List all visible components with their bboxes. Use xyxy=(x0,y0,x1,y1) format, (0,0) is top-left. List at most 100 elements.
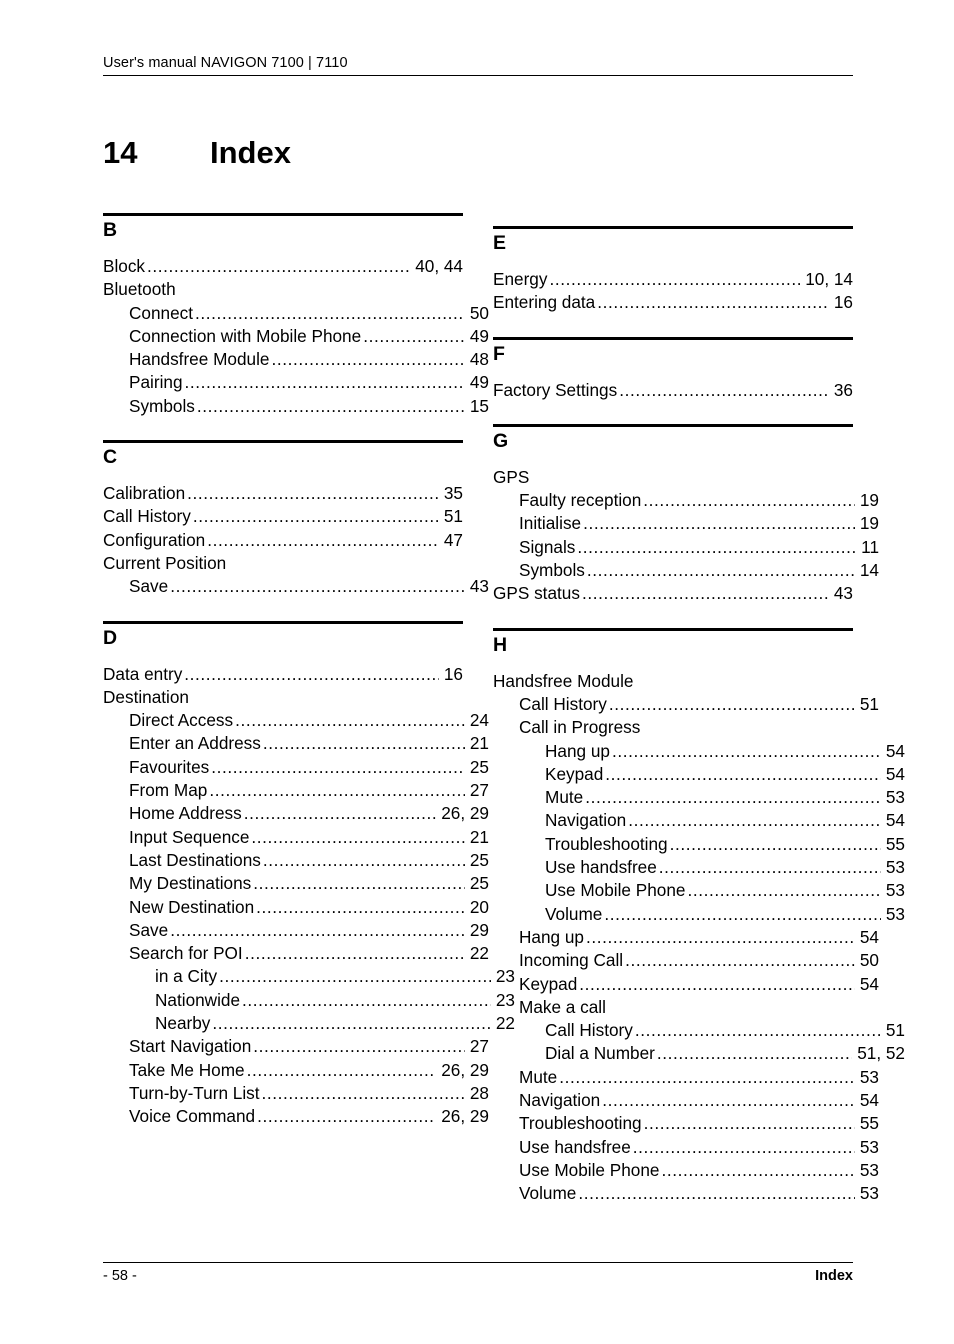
index-entry[interactable]: Dial a Number...........................… xyxy=(493,1042,905,1065)
index-entry[interactable]: My Destinations.........................… xyxy=(103,872,489,895)
index-entry[interactable]: GPS status..............................… xyxy=(493,582,853,605)
index-entry[interactable]: Troubleshooting.........................… xyxy=(493,833,905,856)
index-entry[interactable]: Incoming Call...........................… xyxy=(493,949,879,972)
index-entry-page: 49 xyxy=(469,325,489,346)
index-entry-label: GPS xyxy=(493,466,530,487)
index-entry-label: Current Position xyxy=(103,552,227,573)
dot-leader: ........................................… xyxy=(262,733,465,754)
index-entry[interactable]: Mute....................................… xyxy=(493,1066,879,1089)
index-entry[interactable]: Home Address............................… xyxy=(103,802,489,825)
dot-leader: ........................................… xyxy=(585,787,881,808)
index-entry[interactable]: Bluetooth...............................… xyxy=(103,278,463,301)
index-entry-page: 29 xyxy=(469,919,489,940)
index-entry[interactable]: Navigation..............................… xyxy=(493,809,905,832)
index-entry-page: 19 xyxy=(859,513,879,534)
index-entry[interactable]: Symbols.................................… xyxy=(103,395,489,418)
index-entry[interactable]: Signals.................................… xyxy=(493,536,879,559)
index-entry-label: Nationwide xyxy=(155,989,241,1010)
index-entry[interactable]: GPS.....................................… xyxy=(493,466,853,489)
index-entry[interactable]: Input Sequence..........................… xyxy=(103,826,489,849)
index-entry[interactable]: Last Destinations.......................… xyxy=(103,849,489,872)
index-entry[interactable]: Navigation..............................… xyxy=(493,1089,879,1112)
index-entry[interactable]: Start Navigation........................… xyxy=(103,1035,489,1058)
index-entry-page: 19 xyxy=(859,490,879,511)
index-entry[interactable]: Handsfree Module........................… xyxy=(493,670,853,693)
index-entry[interactable]: Call History............................… xyxy=(493,1019,905,1042)
index-entry[interactable]: Use Mobile Phone........................… xyxy=(493,1159,879,1182)
index-entry[interactable]: Nationwide..............................… xyxy=(103,989,515,1012)
index-entry[interactable]: Volume..................................… xyxy=(493,903,905,926)
index-entry-label: Direct Access xyxy=(129,710,234,731)
index-entry[interactable]: Direct Access...........................… xyxy=(103,709,489,732)
index-entry-page: 51 xyxy=(443,506,463,527)
index-entry-page: 21 xyxy=(469,733,489,754)
index-entry[interactable]: Connection with Mobile Phone............… xyxy=(103,325,489,348)
index-entry[interactable]: Make a call.............................… xyxy=(493,996,879,1019)
index-entry[interactable]: Enter an Address........................… xyxy=(103,732,489,755)
index-entry-page: 51 xyxy=(859,693,879,714)
index-entry[interactable]: From Map................................… xyxy=(103,779,489,802)
index-entry[interactable]: Save....................................… xyxy=(103,575,489,598)
index-entry-label: Save xyxy=(129,919,169,940)
index-entry[interactable]: New Destination.........................… xyxy=(103,896,489,919)
index-entry[interactable]: Nearby..................................… xyxy=(103,1012,515,1035)
index-entry-label: Save xyxy=(129,576,169,597)
index-entry[interactable]: Destination.............................… xyxy=(103,686,463,709)
index-entry[interactable]: Block...................................… xyxy=(103,255,463,278)
index-entry[interactable]: Take Me Home............................… xyxy=(103,1059,489,1082)
index-entry[interactable]: Favourites..............................… xyxy=(103,756,489,779)
index-entry[interactable]: Factory Settings........................… xyxy=(493,379,853,402)
dot-leader: ........................................… xyxy=(170,919,465,940)
index-entry[interactable]: Faulty reception........................… xyxy=(493,489,879,512)
index-entry[interactable]: Hang up.................................… xyxy=(493,926,879,949)
index-entry[interactable]: Troubleshooting.........................… xyxy=(493,1112,879,1135)
index-entry[interactable]: Data entry..............................… xyxy=(103,663,463,686)
index-entry[interactable]: Volume..................................… xyxy=(493,1182,879,1205)
index-entry-label: Hang up xyxy=(519,926,584,947)
dot-leader: ........................................… xyxy=(585,926,855,947)
index-entry[interactable]: Save....................................… xyxy=(103,919,489,942)
index-entry[interactable]: Calibration.............................… xyxy=(103,482,463,505)
index-entry[interactable]: Initialise..............................… xyxy=(493,512,879,535)
index-entry[interactable]: Pairing.................................… xyxy=(103,371,489,394)
index-entry-label: Pairing xyxy=(129,372,183,393)
index-entry[interactable]: Keypad..................................… xyxy=(493,763,905,786)
index-entry[interactable]: Call in Progress........................… xyxy=(493,716,879,739)
index-entry[interactable]: Call History............................… xyxy=(493,693,879,716)
dot-leader: ........................................… xyxy=(244,943,465,964)
index-entry[interactable]: Use handsfree...........................… xyxy=(493,856,905,879)
index-entry[interactable]: Turn-by-Turn List.......................… xyxy=(103,1082,489,1105)
index-entry[interactable]: Mute....................................… xyxy=(493,786,905,809)
index-entry[interactable]: Keypad..................................… xyxy=(493,973,879,996)
index-entry[interactable]: Current Position........................… xyxy=(103,552,463,575)
index-entry-page: 50 xyxy=(859,950,879,971)
index-entry[interactable]: Use handsfree...........................… xyxy=(493,1136,879,1159)
dot-leader: ........................................… xyxy=(235,710,465,731)
section-letter: H xyxy=(493,633,508,656)
index-entry[interactable]: Configuration...........................… xyxy=(103,529,463,552)
index-entry[interactable]: Connect.................................… xyxy=(103,302,489,325)
dot-leader: ........................................… xyxy=(577,536,857,557)
index-entry[interactable]: Symbols.................................… xyxy=(493,559,879,582)
index-entry-label: Troubleshooting xyxy=(545,833,668,854)
index-entry[interactable]: Use Mobile Phone........................… xyxy=(493,879,905,902)
index-entry[interactable]: Entering data...........................… xyxy=(493,291,853,314)
index-entry-page: 22 xyxy=(469,943,489,964)
dot-leader: ........................................… xyxy=(625,950,855,971)
index-entry[interactable]: Energy..................................… xyxy=(493,268,853,291)
index-entry-page: 55 xyxy=(885,833,905,854)
dot-leader: ........................................… xyxy=(643,1113,855,1134)
index-entry-label: Dial a Number xyxy=(545,1043,655,1064)
index-entry[interactable]: in a City...............................… xyxy=(103,965,515,988)
index-entry[interactable]: Voice Command...........................… xyxy=(103,1105,489,1128)
index-entry-page: 53 xyxy=(885,903,905,924)
index-entry[interactable]: Call History............................… xyxy=(103,505,463,528)
index-entry[interactable]: Handsfree Module........................… xyxy=(103,348,489,371)
index-entry-label: Signals xyxy=(519,536,576,557)
index-entry[interactable]: Search for POI..........................… xyxy=(103,942,489,965)
dot-leader: ........................................… xyxy=(219,966,491,987)
index-entry-label: Volume xyxy=(545,903,603,924)
index-entry-label: Connection with Mobile Phone xyxy=(129,325,362,346)
index-entry[interactable]: Hang up.................................… xyxy=(493,740,905,763)
index-entry-page: 53 xyxy=(885,787,905,808)
